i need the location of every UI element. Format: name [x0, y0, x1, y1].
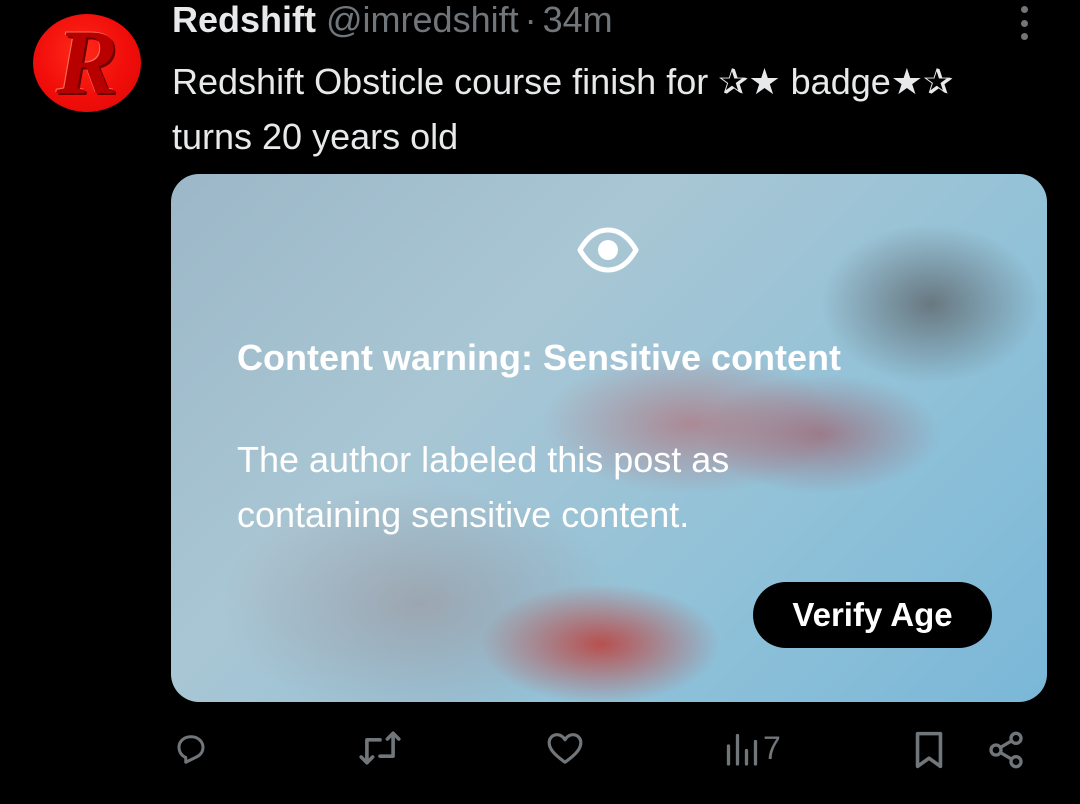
- action-bar: 7: [0, 720, 1080, 790]
- more-icon[interactable]: [1012, 6, 1036, 40]
- avatar-letter: R: [56, 14, 118, 112]
- content-warning-body: The author labeled this post as containi…: [237, 439, 730, 535]
- avatar[interactable]: R: [33, 14, 141, 112]
- handle[interactable]: @imredshift: [326, 0, 519, 40]
- views-count: 7: [763, 730, 781, 766]
- share-button[interactable]: [986, 730, 1026, 770]
- sensitive-media-card[interactable]: Content warning: Sensitive content The a…: [171, 174, 1047, 702]
- reply-button[interactable]: [173, 730, 209, 766]
- reply-icon: [177, 735, 205, 764]
- eye-icon: [577, 227, 639, 273]
- post-header: Redshift @imredshift · 34m: [172, 0, 613, 40]
- views-button[interactable]: 7: [725, 730, 781, 767]
- post-text: Redshift Obsticle course finish for ✰★ b…: [172, 61, 954, 157]
- share-icon: [989, 731, 1023, 769]
- like-icon: [547, 733, 583, 764]
- content-warning-title: Content warning: Sensitive content: [237, 337, 842, 378]
- like-button[interactable]: [546, 730, 584, 766]
- display-name[interactable]: Redshift: [172, 0, 316, 40]
- repost-button[interactable]: [358, 730, 402, 766]
- bookmark-button[interactable]: [911, 730, 947, 770]
- repost-icon: [359, 731, 401, 765]
- verify-age-button[interactable]: Verify Age: [753, 582, 992, 648]
- views-icon: [726, 733, 758, 766]
- separator-dot: ·: [524, 0, 537, 40]
- bookmark-icon: [915, 731, 943, 769]
- timestamp[interactable]: 34m: [543, 0, 613, 40]
